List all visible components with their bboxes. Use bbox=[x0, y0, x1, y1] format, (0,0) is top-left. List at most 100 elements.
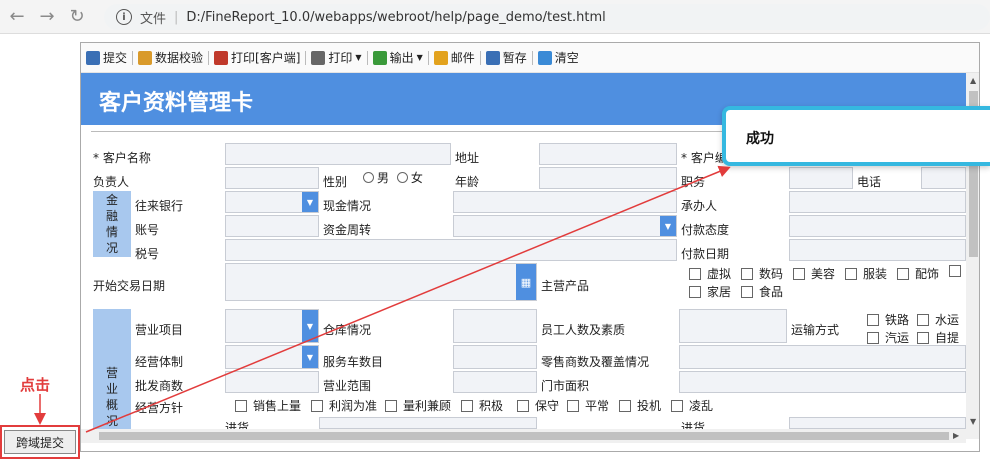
retailers-input[interactable] bbox=[679, 345, 966, 369]
chevron-down-icon[interactable]: ▼ bbox=[302, 192, 318, 212]
print-button[interactable]: 打印 ▼ bbox=[308, 47, 364, 69]
transport-checkbox[interactable]: 水运 bbox=[917, 311, 959, 328]
transport-checkbox[interactable]: 汽运 bbox=[867, 329, 909, 346]
handler-label: 承办人 bbox=[681, 199, 718, 213]
checkbox-icon[interactable] bbox=[385, 399, 397, 412]
chevron-down-icon[interactable]: ▼ bbox=[302, 346, 318, 368]
chevron-down-icon[interactable]: ▼ bbox=[660, 216, 676, 236]
checkbox-icon[interactable] bbox=[949, 265, 961, 277]
business-system-select[interactable]: ▼ bbox=[225, 345, 319, 369]
product-checkbox[interactable]: 美容 bbox=[793, 265, 835, 282]
age-input[interactable] bbox=[539, 167, 677, 189]
store-area-input[interactable] bbox=[679, 371, 966, 393]
checkbox-icon[interactable] bbox=[741, 285, 753, 298]
purchase-input[interactable] bbox=[789, 417, 966, 429]
product-checkbox[interactable]: 食品 bbox=[741, 283, 783, 300]
product-checkbox[interactable]: 虚拟 bbox=[689, 265, 731, 282]
female-radio[interactable] bbox=[396, 172, 408, 183]
transport-checkbox[interactable]: 自提 bbox=[917, 329, 959, 346]
gender-label: 性别 bbox=[323, 175, 348, 189]
checkbox-icon[interactable] bbox=[689, 267, 701, 280]
checkbox-icon[interactable] bbox=[897, 267, 909, 280]
checkbox-icon[interactable] bbox=[671, 399, 683, 412]
tax-no-input[interactable] bbox=[225, 239, 677, 261]
purchase-input[interactable] bbox=[319, 417, 537, 429]
start-date-input[interactable]: ▦ bbox=[225, 263, 537, 301]
product-checkbox[interactable]: 家居 bbox=[689, 283, 731, 300]
position-input[interactable] bbox=[789, 167, 853, 189]
toolbar-divider bbox=[427, 50, 429, 65]
info-icon[interactable]: i bbox=[116, 9, 132, 25]
fund-turnover-select[interactable]: ▼ bbox=[453, 215, 677, 237]
mail-button[interactable]: 邮件 bbox=[431, 47, 478, 69]
owner-input[interactable] bbox=[225, 167, 319, 189]
export-button[interactable]: 输出 ▼ bbox=[370, 47, 426, 69]
toolbar-divider bbox=[132, 50, 134, 65]
checkbox-icon[interactable] bbox=[235, 399, 247, 412]
validate-button[interactable]: 数据校验 bbox=[135, 47, 206, 69]
product-checkbox[interactable] bbox=[949, 265, 967, 277]
business-item-select[interactable]: ▼ bbox=[225, 309, 319, 343]
pay-date-input[interactable] bbox=[789, 239, 966, 261]
policy-checkbox[interactable]: 销售上量 bbox=[235, 397, 301, 414]
report-frame: 提交 数据校验 打印[客户端] 打印 ▼ 输出 ▼ 邮件 暂存 清空 客户资料管理卡… bbox=[80, 42, 980, 452]
horizontal-scrollbar[interactable]: ▶ bbox=[81, 429, 966, 443]
product-checkbox[interactable]: 服装 bbox=[845, 265, 887, 282]
chevron-down-icon[interactable]: ▼ bbox=[302, 310, 318, 342]
business-scope-input[interactable] bbox=[453, 371, 537, 393]
forward-icon[interactable]: → bbox=[34, 4, 60, 30]
account-input[interactable] bbox=[225, 215, 319, 237]
gender-radio-group[interactable]: 男 女 bbox=[363, 169, 423, 186]
scroll-thumb[interactable] bbox=[99, 432, 949, 440]
product-checkbox[interactable]: 数码 bbox=[741, 265, 783, 282]
calendar-icon[interactable]: ▦ bbox=[516, 264, 536, 300]
bank-select[interactable]: ▼ bbox=[225, 191, 319, 213]
stash-button[interactable]: 暂存 bbox=[483, 47, 530, 69]
scroll-right-icon[interactable]: ▶ bbox=[953, 431, 959, 440]
checkbox-icon[interactable] bbox=[311, 399, 323, 412]
checkbox-icon[interactable] bbox=[867, 331, 879, 344]
checkbox-icon[interactable] bbox=[867, 313, 879, 326]
checkbox-icon[interactable] bbox=[741, 267, 753, 280]
cash-input[interactable] bbox=[453, 191, 677, 213]
product-checkbox[interactable]: 配饰 bbox=[897, 265, 939, 282]
policy-checkbox[interactable]: 投机 bbox=[619, 397, 661, 414]
clear-button[interactable]: 清空 bbox=[535, 47, 582, 69]
scroll-down-icon[interactable]: ▼ bbox=[970, 417, 976, 426]
scroll-up-icon[interactable]: ▲ bbox=[970, 76, 976, 85]
print-client-button[interactable]: 打印[客户端] bbox=[211, 47, 303, 69]
address-bar[interactable]: i 文件 | D:/FineReport_10.0/webapps/webroo… bbox=[104, 4, 990, 30]
customer-name-input[interactable] bbox=[225, 143, 451, 165]
policy-checkbox[interactable]: 量利兼顾 bbox=[385, 397, 451, 414]
phone-input[interactable] bbox=[921, 167, 966, 189]
cross-domain-submit-button[interactable]: 跨域提交 bbox=[4, 430, 76, 454]
staff-input[interactable] bbox=[679, 309, 787, 343]
business-item-label: 营业项目 bbox=[135, 323, 184, 337]
male-radio[interactable] bbox=[363, 172, 374, 183]
checkbox-icon[interactable] bbox=[567, 399, 579, 412]
back-icon[interactable]: ← bbox=[4, 4, 30, 30]
address-input[interactable] bbox=[539, 143, 677, 165]
checkbox-icon[interactable] bbox=[461, 399, 473, 412]
checkbox-icon[interactable] bbox=[917, 331, 929, 344]
transport-checkbox[interactable]: 铁路 bbox=[867, 311, 909, 328]
policy-checkbox[interactable]: 利润为准 bbox=[311, 397, 377, 414]
policy-checkbox[interactable]: 凌乱 bbox=[671, 397, 713, 414]
policy-checkbox[interactable]: 平常 bbox=[567, 397, 609, 414]
wholesalers-input[interactable] bbox=[225, 371, 319, 393]
checkbox-icon[interactable] bbox=[793, 267, 805, 280]
submit-button[interactable]: 提交 bbox=[83, 47, 130, 69]
checkbox-icon[interactable] bbox=[917, 313, 929, 326]
handler-input[interactable] bbox=[789, 191, 966, 213]
pay-attitude-input[interactable] bbox=[789, 215, 966, 237]
checkbox-icon[interactable] bbox=[845, 267, 857, 280]
checkbox-icon[interactable] bbox=[689, 285, 701, 298]
checkbox-icon[interactable] bbox=[517, 399, 529, 412]
url-text[interactable]: D:/FineReport_10.0/webapps/webroot/help/… bbox=[186, 10, 605, 25]
reload-icon[interactable]: ↻ bbox=[64, 4, 90, 30]
policy-checkbox[interactable]: 积极 bbox=[461, 397, 503, 414]
policy-checkbox[interactable]: 保守 bbox=[517, 397, 559, 414]
checkbox-icon[interactable] bbox=[619, 399, 631, 412]
warehouse-input[interactable] bbox=[453, 309, 537, 343]
service-cars-input[interactable] bbox=[453, 345, 537, 369]
